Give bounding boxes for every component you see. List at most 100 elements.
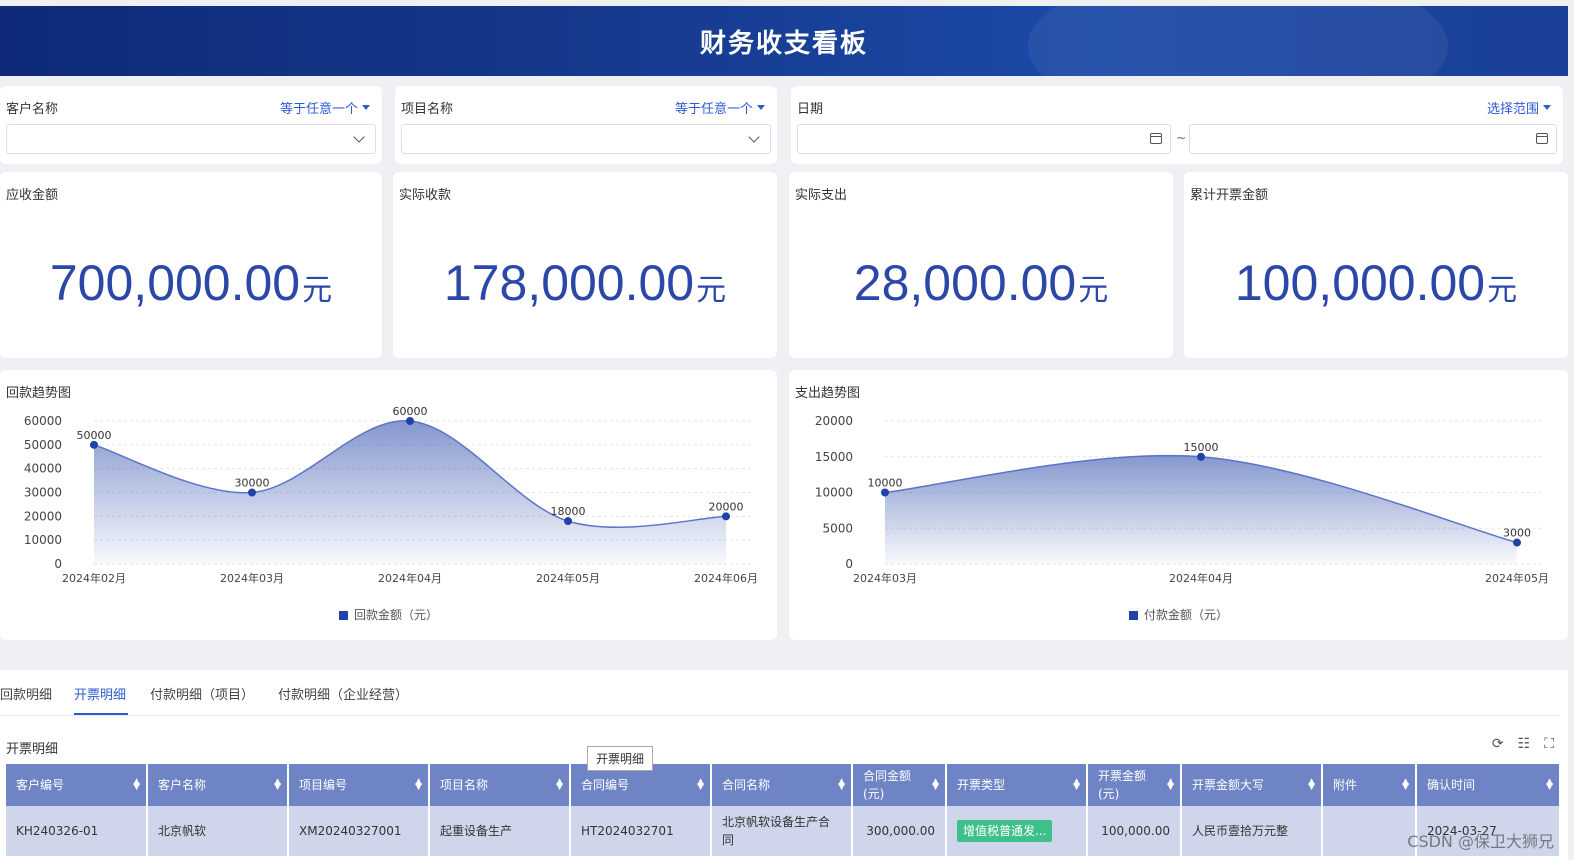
filter-project: 项目名称 等于任意一个: [395, 86, 777, 164]
kpi-number: 100,000.00: [1234, 255, 1486, 311]
data-point: [881, 488, 889, 497]
kpi-number: 178,000.00: [443, 255, 695, 311]
legend-swatch: [1128, 611, 1138, 620]
column-header[interactable]: 合同金额 (元) ▲ ▼: [852, 764, 947, 806]
data-label: 18000: [551, 505, 586, 518]
chart-panel-expense-trend: 支出趋势图 0 5000 10000 15000 20000 2024年03月 2024年0…: [789, 370, 1568, 640]
column-header[interactable]: 项目编号 ▲ ▼: [288, 764, 430, 806]
column-header[interactable]: 开票金额大写 ▲ ▼: [1181, 764, 1323, 806]
table-row[interactable]: KH240326-01 北京帆软 XM20240327001 起重设备生产 HT2024…: [6, 806, 1561, 856]
x-tick-label: 2024年03月: [853, 571, 917, 585]
sort-icon[interactable]: ▲ ▼: [1402, 778, 1409, 792]
series-area: [94, 420, 726, 564]
x-tick-label: 2024年02月: [62, 571, 126, 585]
calendar-icon[interactable]: [1536, 133, 1548, 144]
fullscreen-icon[interactable]: ⛶: [1544, 736, 1554, 752]
column-header[interactable]: 客户名称 ▲ ▼: [147, 764, 289, 806]
table-cell: 起重设备生产: [429, 806, 571, 856]
column-header[interactable]: 合同名称 ▲ ▼: [711, 764, 853, 806]
chart-title: 支出趋势图: [795, 386, 861, 401]
customer-operator-dropdown[interactable]: 等于任意一个: [280, 98, 370, 117]
tab-receipt-detail[interactable]: 回款明细: [0, 684, 52, 703]
customer-operator-label: 等于任意一个: [279, 102, 358, 117]
chart-legend[interactable]: 付款金额（元）: [789, 606, 1568, 623]
tab-payment-project[interactable]: 付款明细（项目）: [150, 684, 254, 703]
project-operator-dropdown[interactable]: 等于任意一个: [675, 98, 765, 117]
table-cell: 人民币壹拾万元整: [1181, 806, 1323, 856]
kpi-card-invoiced: 累计开票金额 100,000.00元: [1184, 172, 1568, 358]
kpi-label: 实际支出: [795, 188, 848, 203]
project-select[interactable]: [401, 124, 771, 154]
date-range-separator: ~: [1176, 131, 1187, 145]
tree-list-icon[interactable]: ☷: [1518, 736, 1531, 752]
sort-icon[interactable]: ▲ ▼: [1546, 778, 1553, 792]
sort-icon[interactable]: ▲ ▼: [1308, 778, 1315, 792]
y-tick-label: 10000: [815, 486, 853, 500]
caret-down-icon: [757, 105, 765, 110]
kpi-value: 178,000.00元: [393, 254, 777, 312]
data-label: 50000: [77, 429, 112, 442]
column-header[interactable]: 开票类型 ▲ ▼: [946, 764, 1088, 806]
table-cell: HT2024032701: [570, 806, 712, 856]
chart-title: 回款趋势图: [6, 386, 72, 401]
y-tick-label: 10000: [24, 533, 62, 547]
column-header-label: (元): [1098, 787, 1120, 801]
date-end-input[interactable]: [1189, 124, 1557, 154]
data-label: 20000: [709, 500, 744, 513]
column-header-label: 开票金额大写: [1192, 778, 1265, 792]
date-start-input[interactable]: [797, 124, 1171, 154]
active-tab-indicator: [74, 713, 128, 715]
y-tick-label: 20000: [815, 414, 853, 428]
calendar-icon[interactable]: [1150, 133, 1162, 144]
detail-section: 回款明细 开票明细 付款明细（项目） 付款明细（企业经营） 开票明细 开票明细 …: [0, 670, 1568, 860]
column-header-label: 项目编号: [299, 778, 348, 792]
kpi-unit: 元: [302, 273, 333, 308]
sort-icon[interactable]: ▲ ▼: [415, 778, 422, 792]
detail-tabs: 回款明细 开票明细 付款明细（项目） 付款明细（企业经营）: [0, 680, 1560, 716]
sort-icon[interactable]: ▲ ▼: [838, 778, 845, 792]
y-tick-label: 20000: [24, 509, 62, 523]
sort-icon[interactable]: ▲ ▼: [1073, 778, 1080, 792]
refresh-icon[interactable]: ⟳: [1492, 736, 1504, 752]
data-point: [248, 488, 256, 497]
sort-icon[interactable]: ▲ ▼: [1167, 778, 1174, 792]
sort-icon[interactable]: ▲ ▼: [697, 778, 704, 792]
kpi-number: 28,000.00: [853, 255, 1077, 311]
column-header[interactable]: 确认时间 ▲ ▼: [1416, 764, 1561, 806]
data-point: [406, 417, 414, 425]
x-tick-label: 2024年04月: [378, 571, 442, 585]
table-cell: KH240326-01: [6, 806, 148, 856]
column-header-label: 附件: [1333, 778, 1358, 792]
table-cell: 增值税普通发...: [946, 806, 1088, 856]
table-cell: [1322, 806, 1417, 856]
column-header[interactable]: 附件 ▲ ▼: [1322, 764, 1417, 806]
sort-icon[interactable]: ▲ ▼: [932, 778, 939, 792]
dashboard-header: 财务收支看板: [0, 6, 1568, 76]
kpi-label: 应收金额: [6, 188, 59, 203]
y-tick-label: 0: [845, 557, 853, 571]
chevron-down-icon: [353, 131, 365, 143]
date-range-dropdown[interactable]: 选择范围: [1487, 98, 1551, 117]
table-cell: 北京帆软: [147, 806, 289, 856]
y-tick-label: 30000: [24, 486, 62, 500]
tab-invoice-detail[interactable]: 开票明细: [74, 684, 126, 703]
y-tick-label: 15000: [815, 450, 853, 464]
table-cell: 北京帆软设备生产合同: [711, 806, 853, 856]
sort-icon[interactable]: ▲ ▼: [556, 778, 563, 792]
customer-select[interactable]: [6, 124, 376, 154]
sort-icon[interactable]: ▲ ▼: [133, 778, 140, 792]
kpi-unit: 元: [1078, 273, 1109, 308]
chart-legend[interactable]: 回款金额（元）: [0, 606, 777, 623]
column-header[interactable]: 客户编号 ▲ ▼: [6, 764, 148, 806]
column-header[interactable]: 开票金额 (元) ▲ ▼: [1087, 764, 1182, 806]
tab-payment-enterprise[interactable]: 付款明细（企业经营）: [278, 684, 408, 703]
project-operator-label: 等于任意一个: [674, 102, 753, 117]
date-filter-label: 日期: [797, 102, 824, 117]
column-header-label: 开票类型: [957, 778, 1006, 792]
column-header[interactable]: 项目名称 ▲ ▼: [429, 764, 571, 806]
table-cell: 300,000.00: [852, 806, 947, 856]
x-tick-label: 2024年05月: [1485, 571, 1549, 585]
sort-icon[interactable]: ▲ ▼: [274, 778, 281, 792]
y-tick-label: 60000: [24, 414, 62, 428]
x-tick-label: 2024年04月: [1169, 571, 1233, 585]
